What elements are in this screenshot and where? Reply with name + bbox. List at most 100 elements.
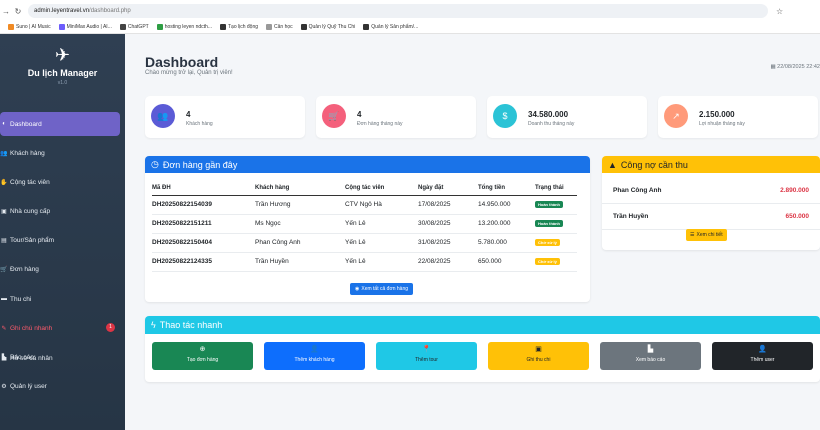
cell-collab: Yến Lê xyxy=(345,233,418,253)
sidebar-item-label: Thu chi xyxy=(10,295,32,303)
cell-code: DH20250822151211 xyxy=(152,214,255,234)
stat-value: 4 xyxy=(186,110,191,119)
sidebar-item-5[interactable]: 🛒 Đơn hàng xyxy=(0,258,125,282)
sidebar-item-3[interactable]: ▣ Nhà cung cấp xyxy=(0,200,125,224)
bookmark-label: Quản lý Sản phẩm/... xyxy=(371,23,419,30)
cell-status: Hoàn thành xyxy=(535,214,577,234)
quick-actions-title: Thao tác nhanh xyxy=(159,320,223,330)
stat-card: 👥 4 Khách hàng xyxy=(145,96,305,138)
column-header[interactable]: Khách hàng xyxy=(255,182,345,196)
brand-name: Du lịch Manager xyxy=(27,68,98,78)
dollar-icon: $ xyxy=(493,104,517,128)
forward-icon[interactable]: → xyxy=(0,7,12,16)
user-icon: ● xyxy=(2,355,6,361)
reload-icon[interactable]: ↻ xyxy=(12,7,24,16)
money-icon: ▣ xyxy=(535,346,542,353)
cell-collab: CTV Ngô Hà xyxy=(345,195,418,215)
divider xyxy=(602,203,820,204)
address-bar[interactable]: admin.leyentravel.vn/dashboard.php xyxy=(28,4,768,18)
brand-version: v1.0 xyxy=(57,80,68,86)
receivable-amount: 2.890.000 xyxy=(780,187,809,194)
cell-total: 5.780.000 xyxy=(478,233,535,253)
bookmark-item[interactable]: Quản lý Quỹ Thu Chi xyxy=(300,23,355,30)
view-all-orders-button[interactable]: ◉ Xem tất cả đơn hàng xyxy=(350,283,414,295)
bookmark-label: ChatGPT xyxy=(127,23,149,30)
quick-action-button[interactable]: 👤 Thêm user xyxy=(712,342,813,370)
sidebar-item-9[interactable]: ⚙ Quản lý user xyxy=(0,375,125,399)
sidebar-item-7[interactable]: ✎ Ghi chú nhanh 1 xyxy=(0,316,125,340)
current-datetime: ▦ 22/08/2025 22:42 xyxy=(770,64,820,70)
view-detail-button[interactable]: ☰ Xem chi tiết xyxy=(686,229,727,241)
status-badge: Hoàn thành xyxy=(535,220,563,227)
bolt-icon: ϟ xyxy=(151,320,156,330)
quick-action-button[interactable]: 👤 Thêm khách hàng xyxy=(264,342,365,370)
column-header[interactable]: Cộng tác viên xyxy=(345,182,418,196)
sidebar-item-label: Ghi chú nhanh xyxy=(10,324,53,332)
gauge-icon: ◐ xyxy=(2,121,6,127)
table-row[interactable]: DH20250822151211 Ms Ngọc Yến Lê 30/08/2025 1… xyxy=(152,214,577,234)
orders-table: Mã ĐH Khách hàng Cộng tác viên Ngày đặt Tổng… xyxy=(152,182,577,272)
cell-status: Chờ xử lý xyxy=(535,252,577,272)
quick-action-label: Xem báo cáo xyxy=(635,357,666,363)
page-title: Dashboard xyxy=(145,54,219,70)
cell-total: 13.200.000 xyxy=(478,214,535,234)
user-add-icon: 👤 xyxy=(758,346,767,353)
sidebar-item-4[interactable]: ▤ Tour/Sản phẩm xyxy=(0,229,125,253)
bookmark-item[interactable]: Cân học xyxy=(266,23,293,30)
cell-code: DH20250822154039 xyxy=(152,195,255,215)
bookmark-item[interactable]: Quản lý Sản phẩm/... xyxy=(363,23,419,30)
stat-label: Khách hàng xyxy=(186,121,213,127)
bookmark-favicon-icon xyxy=(8,23,14,30)
quick-action-button[interactable]: ▙ Xem báo cáo xyxy=(600,342,701,370)
cell-total: 14.950.000 xyxy=(478,195,535,215)
sidebar-item-label: Dashboard xyxy=(10,120,42,128)
column-header[interactable]: Mã ĐH xyxy=(152,182,255,196)
receivable-row: Trần Huyền 650.000 xyxy=(613,213,809,220)
recent-orders-title: Đơn hàng gần đây xyxy=(162,159,238,170)
sidebar-item-profile[interactable]: ● Hồ sơ cá nhân xyxy=(0,346,52,370)
stat-card: ↗ 2.150.000 Lợi nhuận tháng này xyxy=(658,96,818,138)
bookmark-item[interactable]: MiniMax Audio | AI... xyxy=(58,23,112,30)
column-header[interactable]: Tổng tiền xyxy=(478,182,535,196)
table-row[interactable]: DH20250822150404 Phan Công Anh Yến Lê 31/08… xyxy=(152,233,577,253)
cell-code: DH20250822124335 xyxy=(152,252,255,272)
stat-card: $34.580.000 Doanh thu tháng này xyxy=(487,96,647,138)
address-row: → ↻ admin.leyentravel.vn/dashboard.php ☆ xyxy=(0,3,820,19)
brand[interactable]: ✈ Du lịch Manager v1.0 xyxy=(0,46,125,86)
bookmark-item[interactable]: Suno | AI Music xyxy=(8,23,51,30)
sidebar-item-0[interactable]: ◐ Dashboard xyxy=(0,112,120,136)
browser-chrome: → ↻ admin.leyentravel.vn/dashboard.php ☆… xyxy=(0,0,820,34)
stat-value: 2.150.000 xyxy=(699,110,735,119)
quick-action-button[interactable]: ⊕ Tạo đơn hàng xyxy=(152,342,253,370)
plus-circle-icon: ⊕ xyxy=(199,346,206,353)
status-badge: Chờ xử lý xyxy=(535,239,560,246)
sidebar-item-1[interactable]: 👥 Khách hàng xyxy=(0,141,125,165)
cart-icon: 🛒 xyxy=(322,104,346,128)
sidebar-item-2[interactable]: ✋ Cộng tác viên xyxy=(0,170,125,194)
truck-icon: ▣ xyxy=(1,209,7,216)
receivable-amount: 650.000 xyxy=(785,213,810,220)
receivable-name: Trần Huyền xyxy=(613,213,649,220)
user-cog-icon: ⚙ xyxy=(1,384,7,391)
bookmark-item[interactable]: Tạo lịch động xyxy=(219,23,258,30)
trend-icon: ↗ xyxy=(664,104,688,128)
bookmark-item[interactable]: ChatGPT xyxy=(119,23,149,30)
bookmark-star-icon[interactable]: ☆ xyxy=(776,7,783,16)
sidebar-item-6[interactable]: ▬ Thu chi xyxy=(0,287,125,311)
quick-action-label: Thêm khách hàng xyxy=(294,357,335,363)
quick-action-button[interactable]: ▣ Ghi thu chi xyxy=(488,342,589,370)
quick-action-button[interactable]: 📍 Thêm tour xyxy=(376,342,477,370)
sidebar-item-label: Đơn hàng xyxy=(10,266,39,274)
quick-actions-card: ϟ Thao tác nhanh ⊕ Tạo đơn hàng 👤 Thêm khác… xyxy=(145,316,820,382)
bookmark-item[interactable]: hosting leyen ndcth... xyxy=(156,23,212,30)
column-header[interactable]: Trạng thái xyxy=(535,182,577,196)
cell-date: 17/08/2025 xyxy=(418,195,478,215)
column-header[interactable]: Ngày đặt xyxy=(418,182,478,196)
cell-status: Hoàn thành xyxy=(535,195,577,215)
receivables-header: ▲ Công nợ cần thu xyxy=(602,156,820,173)
bookmark-label: MiniMax Audio | AI... xyxy=(66,23,112,30)
table-row[interactable]: DH20250822124335 Trần Huyền Yến Lê 22/08/20… xyxy=(152,252,577,272)
table-row[interactable]: DH20250822154039 Trần Hương CTV Ngô Hà 17/0… xyxy=(152,195,577,215)
quick-actions-header: ϟ Thao tác nhanh xyxy=(145,316,820,334)
user-plus-icon: 👤 xyxy=(310,346,319,353)
